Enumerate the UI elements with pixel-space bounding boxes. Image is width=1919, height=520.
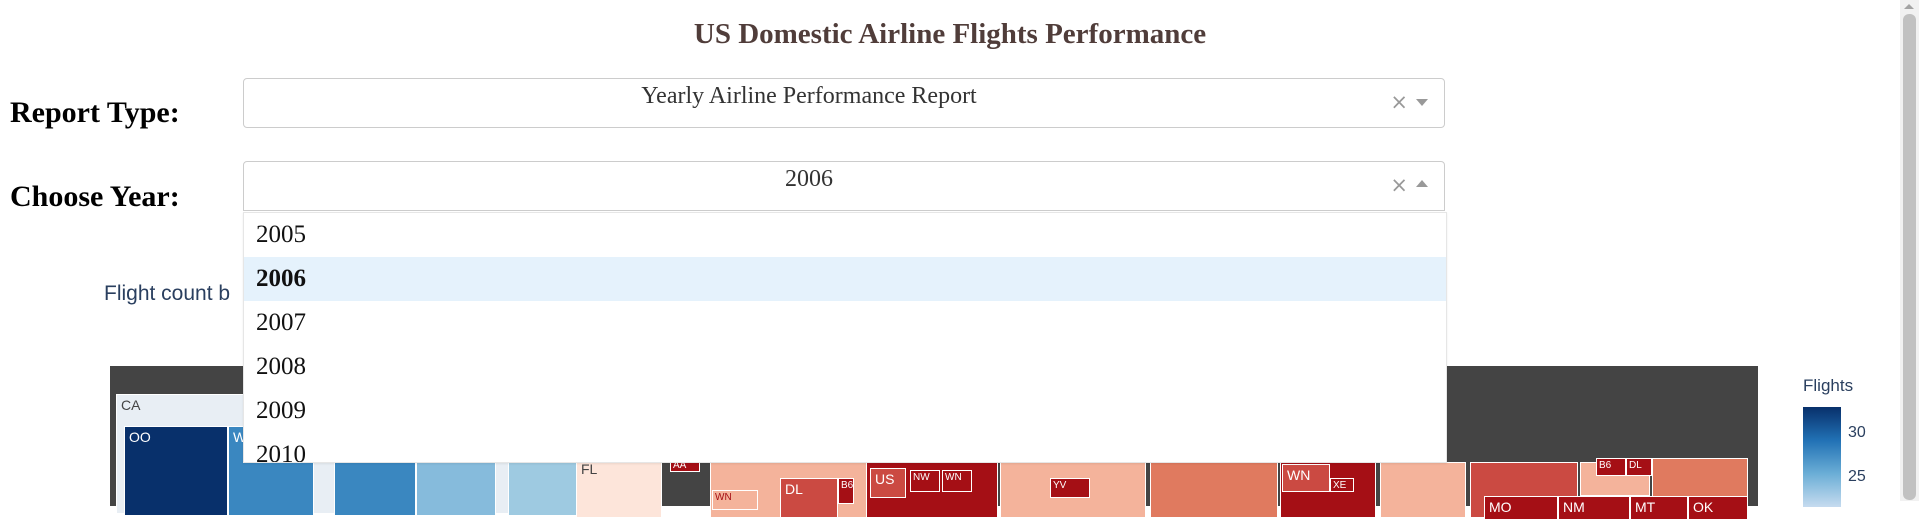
report-type-value: Yearly Airline Performance Report bbox=[641, 83, 977, 109]
page-scrollbar[interactable] bbox=[1900, 0, 1919, 501]
treemap-node-yv[interactable]: YV bbox=[1050, 478, 1090, 498]
chevron-up-icon[interactable] bbox=[1416, 180, 1428, 187]
treemap-node-nw[interactable]: NW bbox=[910, 470, 940, 492]
treemap-node-mt[interactable]: MT bbox=[1630, 496, 1688, 520]
treemap-label: NW bbox=[913, 472, 930, 483]
choose-year-label: Choose Year: bbox=[10, 180, 180, 213]
colorbar-tick: 30 bbox=[1848, 424, 1866, 441]
treemap-label: B6 bbox=[1599, 460, 1612, 471]
treemap-label: DL bbox=[785, 481, 803, 497]
treemap-label: US bbox=[875, 471, 895, 487]
treemap-label: MO bbox=[1489, 499, 1512, 515]
treemap-label: DL bbox=[1629, 460, 1642, 471]
year-dropdown-menu[interactable]: 2005 2006 2007 2008 2009 2010 bbox=[243, 212, 1447, 463]
treemap-label: MT bbox=[1635, 499, 1656, 515]
treemap-node-xe[interactable]: XE bbox=[1330, 478, 1354, 492]
report-type-select[interactable]: Yearly Airline Performance Report × bbox=[243, 78, 1445, 128]
treemap-label: OK bbox=[1693, 499, 1714, 515]
year-option-selected[interactable]: 2006 bbox=[244, 257, 1446, 301]
treemap-label: OO bbox=[129, 429, 151, 445]
clear-icon[interactable]: × bbox=[1390, 173, 1408, 197]
treemap-node-fl[interactable]: FL bbox=[576, 458, 662, 518]
year-select-value: 2006 bbox=[785, 166, 833, 192]
treemap-label: B6 bbox=[841, 480, 854, 491]
treemap-label: CA bbox=[121, 397, 141, 413]
treemap-label: NM bbox=[1563, 499, 1585, 515]
treemap-label: YV bbox=[1053, 480, 1067, 491]
treemap-label: WN bbox=[945, 472, 962, 483]
chart-subtitle: Flight count b bbox=[104, 282, 231, 305]
year-select[interactable]: 2006 × bbox=[243, 161, 1445, 211]
treemap-label: WN bbox=[1287, 467, 1311, 483]
treemap-node-ok[interactable]: OK bbox=[1688, 496, 1748, 520]
year-option[interactable]: 2009 bbox=[244, 389, 1446, 433]
year-option[interactable]: 2010 bbox=[244, 433, 1446, 462]
clear-icon[interactable]: × bbox=[1390, 90, 1408, 114]
treemap-node-b6-small[interactable]: B6 bbox=[838, 478, 854, 504]
scrollbar-thumb[interactable] bbox=[1903, 14, 1916, 500]
treemap-node-dl[interactable]: DL bbox=[1626, 458, 1652, 476]
treemap-node-nm[interactable]: NM bbox=[1558, 496, 1630, 520]
treemap-node-wn[interactable]: WN bbox=[942, 470, 972, 492]
colorbar-tick: 25 bbox=[1848, 468, 1866, 485]
treemap-node-us[interactable]: US bbox=[870, 468, 906, 498]
treemap-node-dl[interactable]: DL bbox=[780, 478, 838, 518]
treemap-node-oo[interactable]: OO bbox=[124, 426, 228, 516]
treemap-node-mo[interactable]: MO bbox=[1484, 496, 1558, 520]
colorbar bbox=[1803, 407, 1841, 507]
scroll-up-icon[interactable] bbox=[1904, 4, 1914, 9]
page-title: US Domestic Airline Flights Performance bbox=[693, 18, 1207, 50]
treemap-node-wn[interactable]: WN bbox=[1282, 464, 1330, 492]
year-option[interactable]: 2007 bbox=[244, 301, 1446, 345]
treemap-node[interactable] bbox=[1652, 458, 1748, 498]
colorbar-title: Flights bbox=[1803, 376, 1854, 395]
treemap-node-wn-partial[interactable]: WN bbox=[712, 490, 758, 510]
year-option[interactable]: 2008 bbox=[244, 345, 1446, 389]
treemap-label: XE bbox=[1333, 480, 1347, 491]
treemap-node-b6[interactable]: B6 bbox=[1596, 458, 1626, 476]
treemap-node[interactable] bbox=[1380, 462, 1466, 518]
chevron-down-icon[interactable] bbox=[1416, 99, 1428, 106]
treemap-node[interactable] bbox=[1150, 462, 1278, 518]
treemap-label: WN bbox=[715, 492, 732, 503]
treemap-label: FL bbox=[581, 461, 598, 477]
report-type-label: Report Type: bbox=[10, 96, 180, 129]
year-option[interactable]: 2005 bbox=[244, 213, 1446, 257]
